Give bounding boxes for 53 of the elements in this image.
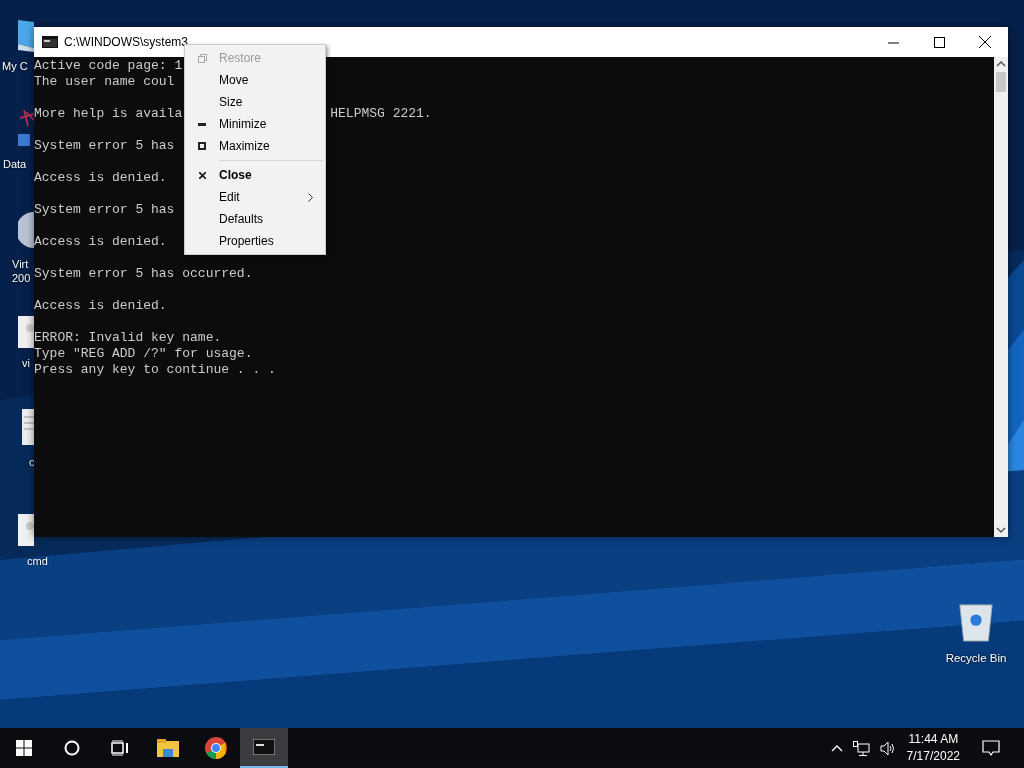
console-text: Access is denied.	[34, 298, 167, 314]
time-text: 11:44 AM	[908, 731, 959, 748]
menu-item[interactable]: Move	[185, 69, 325, 91]
icon-label: vi	[22, 356, 30, 370]
console-text: Access is denied.	[34, 234, 167, 250]
console-text: System error 5 has occurred.	[34, 266, 253, 282]
menu-item[interactable]: Defaults	[185, 208, 325, 230]
menu-item[interactable]: Properties	[185, 230, 325, 252]
console-text: Active code page: 1	[34, 58, 183, 74]
close-icon	[198, 171, 206, 179]
icon-label: Data	[3, 157, 27, 171]
console-text: HELPMSG 2221.	[330, 106, 432, 122]
menu-item[interactable]: Close	[185, 164, 325, 186]
minimize-icon	[198, 122, 206, 126]
console-icon	[253, 739, 275, 755]
console-text: More help is availa	[34, 106, 183, 122]
icon-label: Virt 200	[12, 257, 31, 285]
console-text: ERROR: Invalid key name.	[34, 330, 222, 346]
scrollbar[interactable]	[994, 57, 1008, 537]
windows-logo-icon	[16, 740, 32, 756]
icon-label: c	[29, 455, 35, 469]
browser-icon	[205, 737, 227, 759]
scroll-thumb[interactable]	[996, 72, 1006, 92]
console-icon	[42, 36, 58, 48]
console-text: Type "REG ADD /?" for usage.	[34, 346, 253, 362]
clock[interactable]: 11:44 AM 7/17/2022	[906, 731, 960, 765]
network-icon[interactable]	[852, 740, 870, 756]
icon-label: My C	[2, 59, 28, 73]
menu-item[interactable]: Size	[185, 91, 325, 113]
menu-item[interactable]: Minimize	[185, 113, 325, 135]
taskbar-app-button[interactable]	[240, 728, 288, 768]
restore-icon	[197, 53, 207, 63]
circle-icon	[64, 740, 80, 756]
console-text: System error 5 has	[34, 138, 175, 154]
console-text: Access is denied.	[34, 170, 167, 186]
window-title: C:\WINDOWS\system3	[64, 35, 188, 49]
date-text: 7/17/2022	[906, 748, 960, 765]
console-text: The user name coul	[34, 74, 175, 90]
console-text: Press any key to continue . . .	[34, 362, 276, 378]
maximize-icon	[198, 142, 206, 150]
icon-label: cmd	[27, 554, 48, 568]
menu-item[interactable]: Edit	[185, 186, 325, 208]
task-view-icon	[111, 740, 129, 756]
close-icon	[979, 36, 991, 48]
icon-label: Recycle Bin	[945, 652, 1007, 664]
menu-item[interactable]: Maximize	[185, 135, 325, 157]
folder-icon	[157, 739, 179, 757]
chevron-right-icon	[308, 192, 313, 202]
chevron-up-icon[interactable]	[830, 744, 843, 752]
notification-icon[interactable]	[982, 739, 1000, 757]
speaker-icon[interactable]	[879, 740, 897, 756]
console-text: System error 5 has	[34, 202, 175, 218]
maximize-icon	[933, 36, 945, 48]
